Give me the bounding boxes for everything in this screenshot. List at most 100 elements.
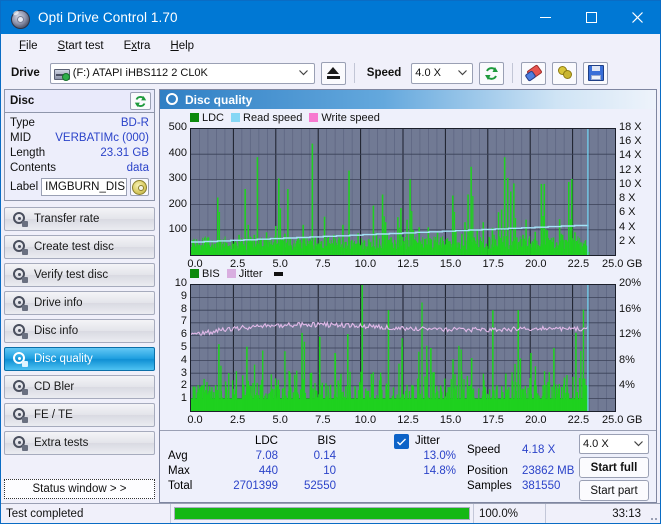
sidebar-item-cd-bler[interactable]: CD Bler (4, 375, 155, 399)
disc-row-mid: MID VERBATIMc (000) (10, 131, 149, 146)
refresh-button[interactable] (479, 61, 505, 85)
start-full-button[interactable]: Start full (579, 457, 649, 478)
axis-tick-label: 12.5 (397, 414, 419, 426)
disc-row-key: Length (10, 147, 46, 159)
axis-tick-label: 4% (619, 379, 635, 392)
sidebar-item-label: Extra tests (34, 437, 89, 449)
main-panel: Disc quality LDC Read speed Write speed … (159, 89, 657, 503)
menu-bar: FFileile Start test Extra Help (1, 34, 660, 58)
menu-extra[interactable]: Extra (114, 37, 161, 55)
sidebar-item-label: Drive info (34, 297, 83, 309)
ldc-plot[interactable] (190, 128, 616, 256)
disc-refresh-button[interactable] (130, 92, 151, 110)
jitter-checkbox[interactable] (394, 434, 409, 449)
position-key: Position (467, 465, 508, 477)
sidebar-item-drive-info[interactable]: Drive info (4, 291, 155, 315)
legend-swatch (190, 113, 199, 122)
refresh-icon (134, 95, 147, 107)
legend-label: BIS (202, 267, 220, 280)
test-speed-select[interactable]: 4.0 X (579, 434, 649, 454)
legend-item-ldc: LDC (190, 112, 224, 124)
disc-transfer-icon (12, 212, 28, 227)
ldc-chart: LDC Read speed Write speed 100 200 300 4… (160, 111, 656, 271)
disc-verify-icon (12, 268, 28, 283)
axis-tick-label: 1 (180, 392, 187, 405)
sidebar-item-disc-info[interactable]: Disc info (4, 319, 155, 343)
menu-file[interactable]: FFileile (9, 37, 48, 55)
save-button[interactable] (583, 61, 609, 85)
legend-swatch (231, 113, 241, 122)
axis-tick-label: 7.5 (315, 414, 331, 426)
stats-bis-avg: 0.14 (313, 450, 336, 462)
disc-row-key: MID (10, 132, 32, 144)
axis-tick-label: 2 (180, 379, 187, 392)
stats-row-key-avg: Avg (168, 450, 188, 462)
disc-row-key: Type (10, 117, 35, 129)
stats-jitter-max: 14.8% (423, 465, 456, 477)
menu-help[interactable]: Help (160, 37, 204, 55)
sidebar-item-extra-tests[interactable]: Extra tests (4, 431, 155, 455)
erase-button[interactable] (521, 61, 547, 85)
axis-tick-label: 2 X (619, 234, 636, 247)
legend-label: LDC (202, 111, 225, 124)
disc-fete-icon (12, 408, 28, 423)
sidebar-item-label: Transfer rate (34, 213, 100, 225)
resize-grip-icon[interactable] (646, 504, 660, 523)
disc-quality-icon (166, 93, 179, 106)
bis-plot[interactable] (190, 284, 616, 412)
toolbar-divider-2 (512, 63, 514, 83)
sidebar-item-fe-te[interactable]: FE / TE (4, 403, 155, 427)
axis-tick-label: 500 (168, 121, 187, 133)
eject-button[interactable] (320, 61, 346, 85)
checkbox-checked-icon (394, 434, 409, 449)
disc-label-input[interactable]: IMGBURN_DIS (41, 178, 127, 196)
stats-row-key-total: Total (168, 480, 193, 492)
axis-tick-label: 12 X (619, 163, 642, 176)
menu-start-test[interactable]: Start test (48, 37, 114, 55)
disc-label-key: Label (10, 181, 39, 193)
legend-marker (273, 271, 283, 276)
close-icon[interactable] (614, 1, 660, 34)
disc-row-length: Length 23.31 GB (10, 146, 149, 161)
sidebar-item-disc-quality[interactable]: Disc quality (4, 347, 155, 371)
sidebar-item-create-test-disc[interactable]: Create test disc (4, 235, 155, 259)
speed-select[interactable]: 4.0 X (411, 62, 474, 84)
keys-icon (557, 66, 573, 80)
disc-panel: Disc Type BD-R MID VERBATIMc (000) Lengt… (4, 89, 155, 201)
maximize-icon[interactable] (568, 1, 614, 34)
stats-bis-max: 10 (323, 465, 336, 477)
elapsed-time: 33:13 (612, 507, 641, 520)
disc-row-value: data (126, 162, 149, 174)
main-panel-header: Disc quality (160, 90, 656, 109)
axis-tick-label: 22.5 (567, 414, 590, 426)
charts-area: LDC Read speed Write speed 100 200 300 4… (160, 109, 656, 430)
speed-value: 4.18 X (522, 444, 556, 456)
axis-tick-label: 4 (180, 353, 187, 366)
sidebar: Disc Type BD-R MID VERBATIMc (000) Lengt… (1, 88, 158, 503)
legend-item-read-speed: Read speed (231, 112, 302, 124)
axis-tick-label: 200 (168, 197, 187, 210)
status-window-button[interactable]: Status window > > (4, 479, 155, 499)
minimize-icon[interactable] (522, 1, 568, 34)
jitter-label: Jitter (415, 435, 440, 447)
status-bar: Test completed 100.0% 33:13 (1, 503, 660, 523)
drive-select[interactable]: (F:) ATAPI iHBS112 2 CL0K (49, 62, 315, 84)
disc-bler-icon (12, 380, 28, 395)
axis-tick-label: 300 (168, 172, 187, 185)
sidebar-item-verify-test-disc[interactable]: Verify test disc (4, 263, 155, 287)
disc-info-icon (12, 324, 28, 339)
disc-row-value: BD-R (120, 117, 149, 129)
sidebar-item-transfer-rate[interactable]: Transfer rate (4, 207, 155, 231)
stats-header-ldc: LDC (254, 435, 278, 447)
drive-label: Drive (11, 67, 40, 79)
start-part-button[interactable]: Start part (579, 480, 649, 501)
speed-key: Speed (467, 444, 501, 456)
sidebar-item-label: FE / TE (34, 409, 73, 421)
chevron-down-icon (454, 70, 470, 76)
cd-icon-button[interactable] (130, 178, 149, 196)
sidebar-item-label: Disc quality (34, 353, 93, 365)
stats-jitter-avg: 13.0% (423, 450, 456, 462)
keys-button[interactable] (552, 61, 578, 85)
speed-select-value: 4.0 X (415, 67, 441, 79)
body: Disc Type BD-R MID VERBATIMc (000) Lengt… (1, 88, 660, 503)
